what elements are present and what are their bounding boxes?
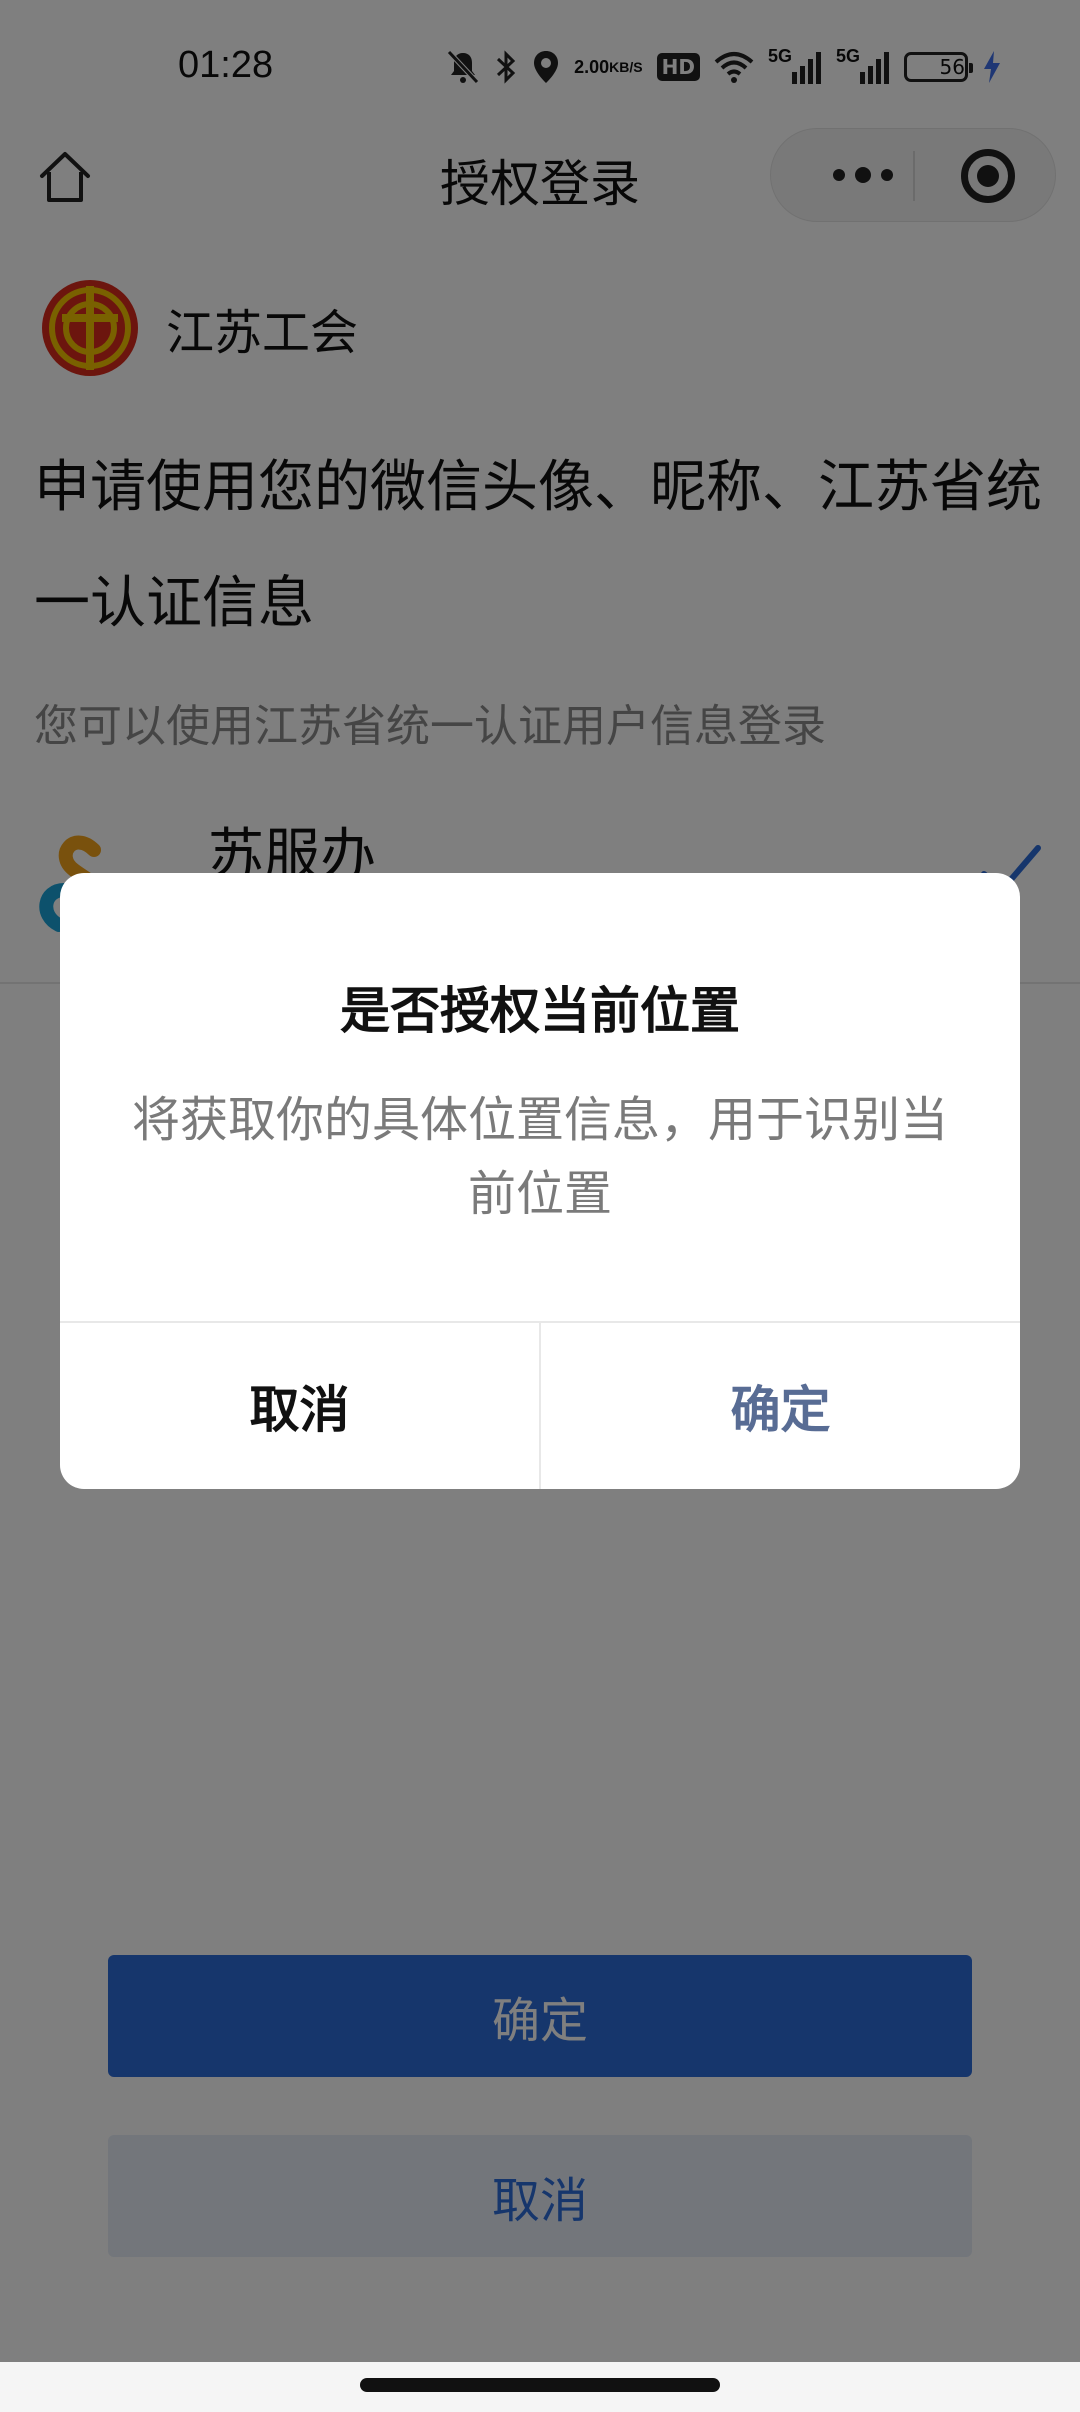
- dialog-cancel-button[interactable]: 取消: [60, 1323, 539, 1489]
- location-permission-dialog: 是否授权当前位置 将获取你的具体位置信息，用于识别当前位置 取消 确定: [60, 873, 1020, 1489]
- home-indicator[interactable]: [360, 2378, 720, 2392]
- dialog-message: 将获取你的具体位置信息，用于识别当前位置: [131, 1092, 948, 1222]
- dialog-ok-button[interactable]: 确定: [541, 1323, 1020, 1489]
- dialog-title: 是否授权当前位置: [340, 982, 740, 1040]
